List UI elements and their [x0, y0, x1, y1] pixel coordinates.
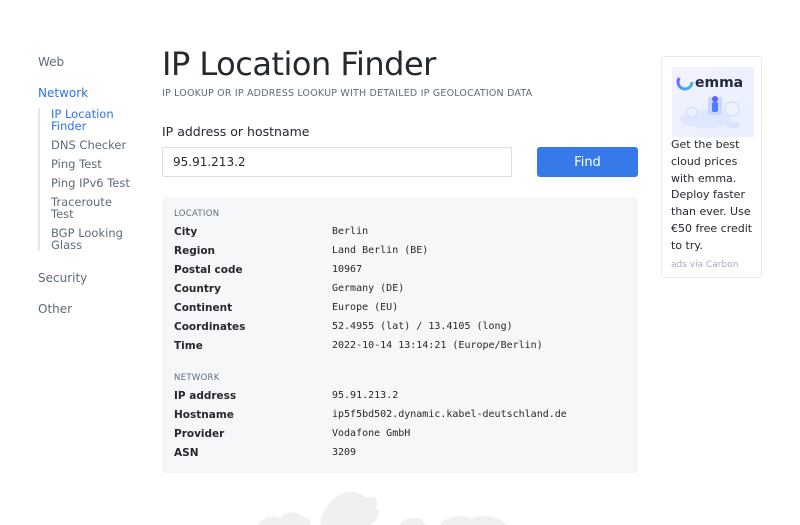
- result-row: Continent Europe (EU): [174, 302, 634, 318]
- ip-field-label: IP address or hostname: [162, 124, 310, 139]
- result-row: ASN 3209: [174, 447, 634, 463]
- sidebar-item-dns-checker[interactable]: DNS Checker: [51, 139, 138, 151]
- result-value: 52.4955 (lat) / 13.4105 (long): [332, 321, 513, 332]
- emma-ad-image[interactable]: emma: [672, 67, 754, 137]
- result-value: Europe (EU): [332, 302, 399, 313]
- results-panel: LOCATION City Berlin Region Land Berlin …: [162, 197, 638, 473]
- emma-logo-text: emma: [695, 75, 743, 91]
- page-subtitle: IP LOOKUP OR IP ADDRESS LOOKUP WITH DETA…: [162, 88, 533, 99]
- result-key: Hostname: [174, 409, 234, 421]
- result-value: 3209: [332, 447, 357, 458]
- result-key: Continent: [174, 302, 233, 314]
- sidebar-nav: Web Network IP Location Finder DNS Check…: [38, 54, 138, 317]
- result-row: Time 2022-10-14 13:14:21 (Europe/Berlin): [174, 340, 634, 356]
- result-row: Country Germany (DE): [174, 283, 634, 299]
- carbon-ad[interactable]: emma Get the best cloud prices with emma…: [661, 56, 762, 278]
- result-key: City: [174, 226, 198, 238]
- result-value: Land Berlin (BE): [332, 245, 429, 256]
- find-button[interactable]: Find: [537, 147, 638, 177]
- ad-via-carbon[interactable]: ads via Carbon: [671, 260, 738, 270]
- result-row: Provider Vodafone GmbH: [174, 428, 634, 444]
- sidebar-item-security[interactable]: Security: [38, 270, 138, 286]
- sidebar-item-traceroute-test[interactable]: Traceroute Test: [51, 196, 138, 220]
- sidebar-item-other[interactable]: Other: [38, 301, 138, 317]
- result-key: Provider: [174, 428, 225, 440]
- result-row: City Berlin: [174, 226, 634, 242]
- result-row: Hostname ip5f5bd502.dynamic.kabel-deutsc…: [174, 409, 634, 425]
- result-key: Coordinates: [174, 321, 246, 333]
- ip-input[interactable]: [162, 147, 512, 177]
- result-row: Coordinates 52.4955 (lat) / 13.4105 (lon…: [174, 321, 634, 337]
- result-key: Postal code: [174, 264, 243, 276]
- result-value: Vodafone GmbH: [332, 428, 411, 439]
- result-value: 2022-10-14 13:14:21 (Europe/Berlin): [332, 340, 543, 351]
- world-map-graphic: [258, 491, 506, 525]
- result-row: Postal code 10967: [174, 264, 634, 280]
- sidebar-item-ip-location-finder[interactable]: IP Location Finder: [51, 108, 138, 132]
- result-key: ASN: [174, 447, 199, 459]
- location-heading: LOCATION: [174, 209, 220, 219]
- page-title: IP Location Finder: [162, 45, 436, 83]
- sidebar-item-ping-test[interactable]: Ping Test: [51, 158, 138, 170]
- result-key: Time: [174, 340, 203, 352]
- result-key: Region: [174, 245, 216, 257]
- result-value: 95.91.213.2: [332, 390, 399, 401]
- sidebar-item-bgp-looking-glass[interactable]: BGP Looking Glass: [51, 227, 138, 251]
- result-key: Country: [174, 283, 221, 295]
- sidebar-item-web[interactable]: Web: [38, 54, 138, 70]
- result-key: IP address: [174, 390, 237, 402]
- result-value: Berlin: [332, 226, 369, 237]
- sidebar-item-network[interactable]: Network: [38, 85, 138, 101]
- sidebar-item-ping-ipv6-test[interactable]: Ping IPv6 Test: [51, 177, 138, 189]
- network-heading: NETWORK: [174, 373, 220, 383]
- result-value: ip5f5bd502.dynamic.kabel-deutschland.de: [332, 409, 567, 420]
- result-row: Region Land Berlin (BE): [174, 245, 634, 261]
- network-subnav: IP Location Finder DNS Checker Ping Test…: [38, 108, 138, 251]
- result-row: IP address 95.91.213.2: [174, 390, 634, 406]
- result-value: 10967: [332, 264, 363, 275]
- result-value: Germany (DE): [332, 283, 405, 294]
- page: Web Network IP Location Finder DNS Check…: [0, 0, 800, 525]
- ad-text[interactable]: Get the best cloud prices with emma. Dep…: [671, 137, 756, 255]
